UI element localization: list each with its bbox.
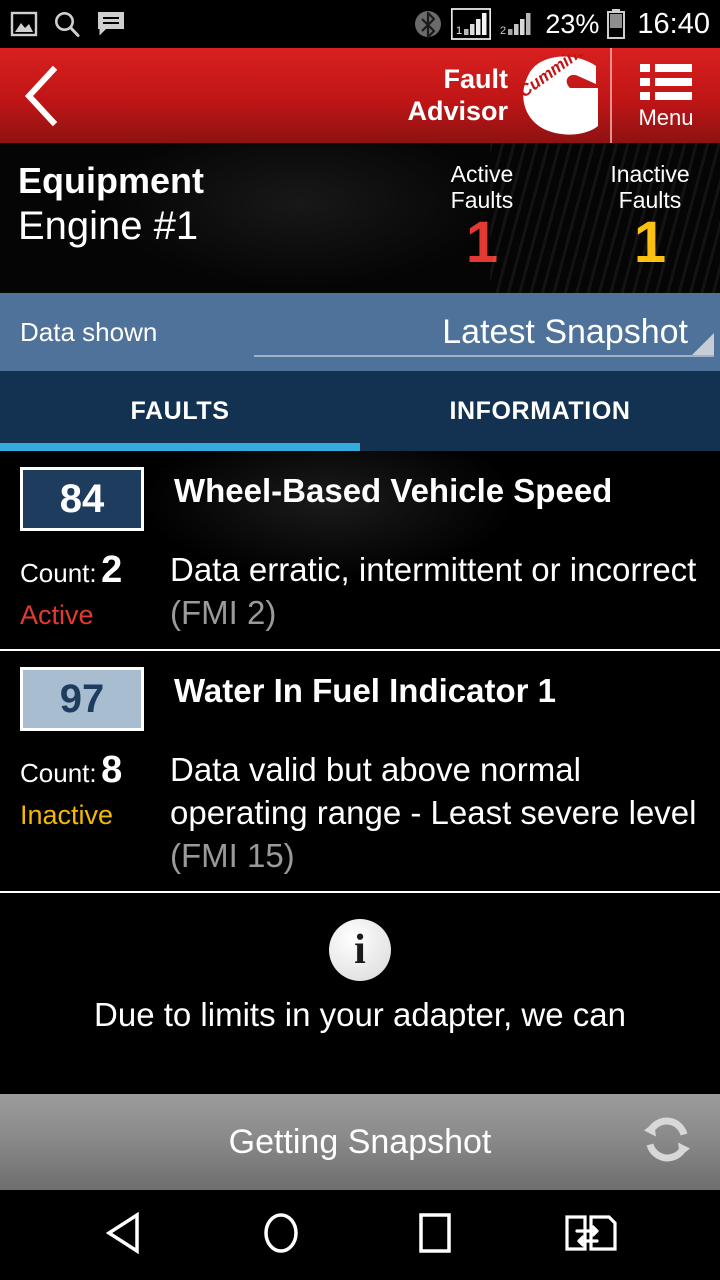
tab-faults[interactable]: FAULTS	[0, 371, 360, 451]
fault-description-text-84: Data erratic, intermittent or incorrect	[170, 551, 697, 588]
search-icon	[55, 12, 80, 37]
status-bar-left-icons	[10, 9, 126, 39]
data-shown-label: Data shown	[20, 316, 158, 347]
fault-details-84: Count: 2 Active Data erratic, intermitte…	[0, 549, 720, 635]
info-icon: i	[329, 919, 391, 982]
equipment-label: Equipment	[18, 160, 204, 201]
fault-count-label-84: Count:	[20, 558, 97, 588]
info-glyph: i	[354, 927, 366, 974]
android-nav-bar	[0, 1190, 720, 1280]
fault-count-line-97: Count: 8	[20, 749, 170, 792]
fault-description-text-97: Data valid but above normal operating ra…	[170, 750, 697, 831]
fault-name-84: Wheel-Based Vehicle Speed	[174, 472, 613, 509]
fault-state-84: Active	[20, 600, 94, 630]
data-shown-selected-value: Latest Snapshot	[442, 312, 688, 351]
app-screen: 1 2 23% 16:40 Fault Advisor Cummins Menu…	[0, 0, 720, 1280]
equipment-name: Engine #1	[18, 204, 199, 249]
tab-information[interactable]: INFORMATION	[360, 371, 720, 451]
active-faults-counter[interactable]: Active Faults 1	[422, 161, 542, 275]
signal-sim2-icon: 2	[500, 13, 531, 37]
equipment-banner: Equipment Engine #1 Active Faults 1 Inac…	[0, 143, 720, 293]
fault-header-84: 84 Wheel-Based Vehicle Speed	[0, 463, 720, 531]
signal-sim1-icon: 1	[451, 8, 492, 40]
active-faults-value: 1	[465, 209, 499, 275]
tab-information-label: INFORMATION	[449, 396, 631, 425]
fault-details-97: Count: 8 Inactive Data valid but above n…	[0, 749, 720, 878]
spinner-underline	[254, 355, 714, 357]
svg-text:2: 2	[500, 25, 506, 37]
fault-count-value-84: 2	[101, 549, 123, 591]
cummins-logo: Cummins	[512, 40, 604, 138]
spinner-caret-icon	[692, 333, 714, 355]
message-icon	[98, 12, 124, 36]
fault-count-line-84: Count: 2	[20, 549, 170, 592]
page-title: Fault Advisor	[407, 63, 508, 126]
fault-name-97: Water In Fuel Indicator 1	[174, 671, 556, 709]
fault-fmi-97: (FMI 15)	[170, 836, 295, 874]
image-icon	[10, 11, 38, 37]
spn-badge-97: 97	[20, 666, 144, 731]
inactive-faults-label: Inactive Faults	[610, 161, 690, 213]
fault-row-97[interactable]: 97 Water In Fuel Indicator 1 Count: 8 In…	[0, 651, 720, 894]
chevron-left-icon	[24, 65, 58, 126]
fault-count-value-97: 8	[101, 748, 123, 791]
fault-count-block-97: Count: 8 Inactive	[0, 749, 170, 831]
spn-number-84: 84	[59, 477, 105, 521]
fault-header-97: 97 Water In Fuel Indicator 1	[0, 663, 720, 731]
snapshot-status-bar[interactable]: Getting Snapshot	[0, 1094, 720, 1190]
equipment-names: Equipment Engine #1	[18, 160, 204, 251]
fault-counters: Active Faults 1 Inactive Faults 1	[422, 161, 710, 275]
spn-number-97: 97	[59, 676, 105, 721]
spn-badge-84: 84	[20, 467, 144, 531]
bluetooth-icon	[415, 11, 442, 39]
data-shown-row: Data shown Latest Snapshot	[0, 293, 720, 371]
tab-bar: FAULTS INFORMATION	[0, 371, 720, 451]
svg-text:1: 1	[456, 25, 462, 37]
status-bar-right-icons: 1 2 23% 16:40	[412, 8, 710, 41]
fault-description-97: Data valid but above normal operating ra…	[170, 749, 720, 878]
dual-window-icon[interactable]	[563, 1207, 619, 1264]
fault-fmi-84: (FMI 2)	[170, 593, 277, 631]
fault-count-label-97: Count:	[20, 757, 97, 788]
inactive-faults-value: 1	[633, 209, 667, 275]
menu-button[interactable]: Menu	[610, 48, 720, 143]
tab-faults-label: FAULTS	[130, 396, 230, 425]
adapter-notice-text: Due to limits in your adapter, we can	[94, 996, 626, 1034]
fault-list: 84 Wheel-Based Vehicle Speed Count: 2 Ac…	[0, 451, 720, 1036]
active-faults-label: Active Faults	[450, 161, 514, 213]
tab-selected-indicator	[0, 443, 360, 451]
fault-row-84[interactable]: 84 Wheel-Based Vehicle Speed Count: 2 Ac…	[0, 451, 720, 651]
battery-percent-label: 23%	[545, 8, 600, 39]
app-header: Fault Advisor Cummins Menu	[0, 40, 720, 143]
app-title-block: Fault Advisor Cummins	[407, 40, 610, 138]
back-triangle-icon[interactable]	[101, 1207, 153, 1264]
status-bar-clock: 16:40	[637, 7, 710, 40]
android-status-bar: 1 2 23% 16:40	[0, 0, 720, 48]
fault-state-97: Inactive	[20, 799, 114, 830]
home-circle-icon[interactable]	[255, 1207, 307, 1264]
recents-square-icon[interactable]	[409, 1207, 461, 1264]
menu-button-label: Menu	[638, 105, 694, 130]
data-shown-spinner[interactable]: Latest Snapshot	[240, 293, 720, 371]
snapshot-status-label: Getting Snapshot	[228, 1122, 492, 1161]
fault-count-block-84: Count: 2 Active	[0, 549, 170, 631]
adapter-notice: i Due to limits in your adapter, we can	[0, 893, 720, 1035]
sync-refresh-icon[interactable]	[636, 1109, 698, 1176]
inactive-faults-counter[interactable]: Inactive Faults 1	[590, 161, 710, 275]
list-menu-icon	[640, 64, 692, 100]
battery-icon	[607, 9, 626, 39]
back-button[interactable]	[0, 48, 86, 143]
fault-description-84: Data erratic, intermittent or incorrect …	[170, 549, 720, 635]
